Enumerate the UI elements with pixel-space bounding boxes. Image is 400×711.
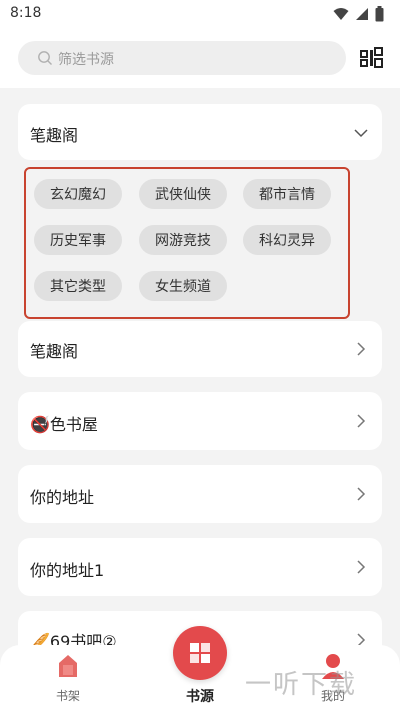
battery-icon xyxy=(375,6,384,22)
status-time: 8:18 xyxy=(10,5,42,21)
sources-fab[interactable] xyxy=(173,626,227,680)
source-title: 笔趣阁 xyxy=(30,342,79,361)
search-icon xyxy=(38,51,52,65)
nav-bookshelf-label: 书架 xyxy=(55,689,80,703)
source-title: 🚭色书屋 xyxy=(30,415,98,434)
bookshelf-icon xyxy=(59,655,77,677)
watermark-text: 一听下载 xyxy=(245,670,358,700)
category-chip[interactable]: 历史军事 xyxy=(34,225,122,255)
qr-scan-icon[interactable] xyxy=(360,47,384,69)
category-chip[interactable]: 女生频道 xyxy=(139,271,227,301)
source-title: 你的地址 xyxy=(30,488,95,507)
category-chip[interactable]: 武侠仙侠 xyxy=(139,179,227,209)
watermark: 一听下载 xyxy=(245,664,400,708)
chevron-right-icon xyxy=(357,487,366,501)
status-bar: 8:18 xyxy=(0,0,400,30)
chevron-down-icon[interactable] xyxy=(354,126,368,140)
status-icons xyxy=(333,6,384,22)
category-chip[interactable]: 其它类型 xyxy=(34,271,122,301)
chevron-right-icon xyxy=(357,414,366,428)
wifi-icon xyxy=(333,8,349,20)
signal-icon xyxy=(356,8,368,20)
chevron-right-icon xyxy=(357,560,366,574)
search-input[interactable]: 筛选书源 xyxy=(18,41,346,75)
grid-icon xyxy=(190,643,210,663)
search-placeholder: 筛选书源 xyxy=(58,52,114,68)
nav-bookshelf[interactable]: 书架 xyxy=(28,645,108,711)
source-card[interactable]: 🚭色书屋 xyxy=(18,392,382,450)
nav-sources-label: 书源 xyxy=(186,689,214,705)
category-panel: 玄幻魔幻 武侠仙侠 都市言情 历史军事 网游竞技 科幻灵异 其它类型 女生频道 xyxy=(24,167,350,319)
source-title: 你的地址1 xyxy=(30,561,105,580)
source-card[interactable]: 你的地址 xyxy=(18,465,382,523)
category-chip[interactable]: 科幻灵异 xyxy=(243,225,331,255)
chevron-right-icon xyxy=(357,342,366,356)
source-card-expanded[interactable]: 笔趣阁 xyxy=(18,104,382,160)
category-chip[interactable]: 玄幻魔幻 xyxy=(34,179,122,209)
header: 筛选书源 xyxy=(0,30,400,88)
source-card[interactable]: 笔趣阁 xyxy=(18,321,382,377)
category-chip[interactable]: 都市言情 xyxy=(243,179,331,209)
source-card[interactable]: 你的地址1 xyxy=(18,538,382,596)
source-title: 笔趣阁 xyxy=(30,126,79,145)
category-chip[interactable]: 网游竞技 xyxy=(139,225,227,255)
